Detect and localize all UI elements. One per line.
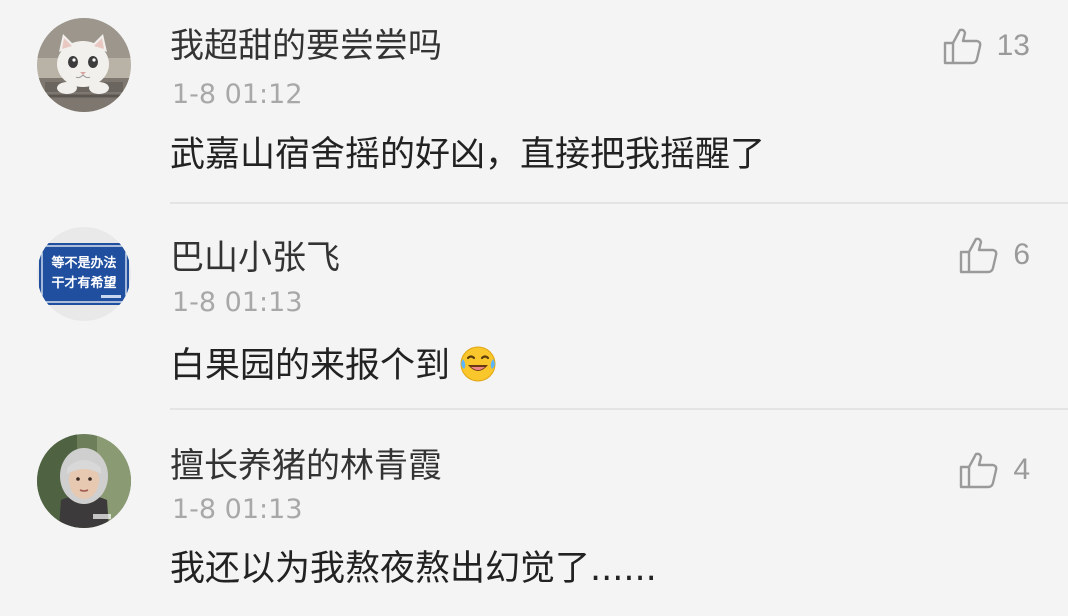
comment-list: 我超甜的要尝尝吗 1-8 01:12 武嘉山宿舍摇的好凶，直接把我摇醒了 13 … (0, 0, 1068, 616)
like-count: 6 (1013, 238, 1030, 271)
comment-item: 等不是办法 干才有希望 巴山小张飞 1-8 01:13 白果园的来报个到 6 (0, 203, 1068, 410)
like-button[interactable]: 4 (959, 450, 1030, 490)
comment-time: 1-8 01:12 (172, 79, 303, 110)
like-button[interactable]: 6 (959, 235, 1030, 275)
thumbs-up-icon (960, 452, 998, 489)
like-count: 4 (1013, 453, 1030, 486)
woman-portrait-avatar-icon (37, 434, 131, 528)
comment-text: 我还以为我熬夜熬出幻觉了...... (170, 549, 657, 589)
thumbs-up-icon (960, 237, 998, 274)
white-cat-avatar-icon (37, 18, 131, 112)
avatar-sign-line: 干才有希望 (51, 275, 116, 291)
comment-time: 1-8 01:13 (172, 287, 303, 318)
like-button[interactable]: 13 (943, 26, 1030, 66)
user-avatar[interactable] (37, 18, 131, 112)
username[interactable]: 擅长养猪的林青霞 (170, 446, 442, 486)
comment-item: 擅长养猪的林青霞 1-8 01:13 我还以为我熬夜熬出幻觉了...... 4 (0, 410, 1068, 616)
thumbs-up-icon (943, 28, 982, 65)
comment-text: 白果园的来报个到 (170, 346, 451, 386)
blue-sign-avatar-icon: 等不是办法 干才有希望 (37, 227, 131, 321)
avatar-sign-line: 等不是办法 (50, 255, 116, 271)
comment-time: 1-8 01:13 (172, 494, 303, 525)
username[interactable]: 我超甜的要尝尝吗 (170, 26, 442, 66)
user-avatar[interactable]: 等不是办法 干才有希望 (37, 227, 131, 321)
like-count: 13 (996, 29, 1030, 62)
comment-text: 武嘉山宿舍摇的好凶，直接把我摇醒了 (170, 135, 766, 175)
comment-item: 我超甜的要尝尝吗 1-8 01:12 武嘉山宿舍摇的好凶，直接把我摇醒了 13 (0, 0, 1068, 203)
username[interactable]: 巴山小张飞 (170, 238, 340, 278)
comment-text-line: 白果园的来报个到 (170, 343, 498, 387)
user-avatar[interactable] (37, 434, 131, 528)
laughing-crying-emoji-icon (460, 346, 496, 382)
